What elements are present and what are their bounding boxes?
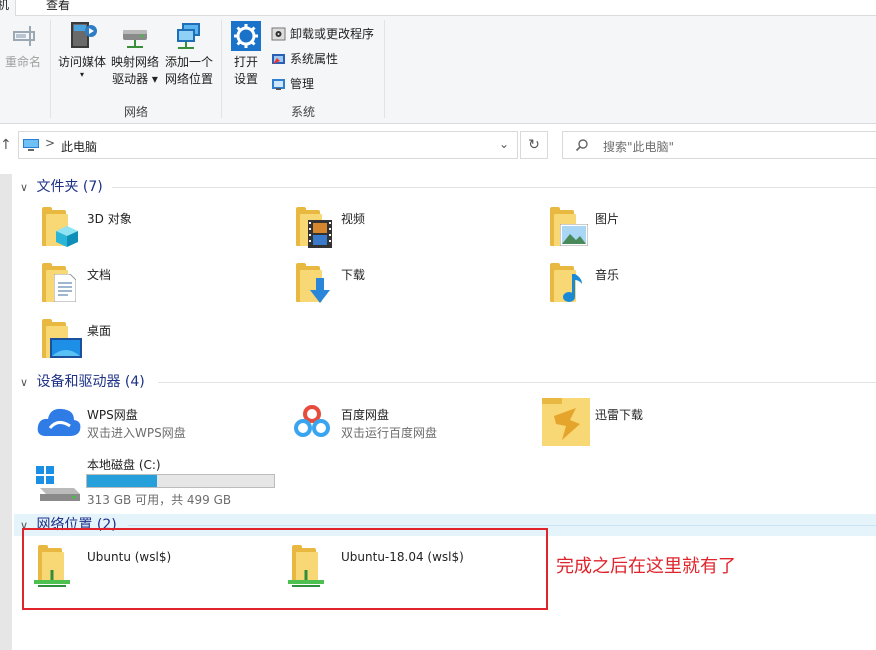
map-drive-label-line1: 映射网络: [110, 55, 159, 69]
devices-section-header[interactable]: ∨ 设备和驱动器 (4): [20, 372, 145, 392]
tab-view[interactable]: 查看: [40, 0, 76, 16]
search-placeholder: 搜索"此电脑": [603, 140, 675, 154]
chevron-down-icon: ∨: [20, 181, 29, 194]
group-divider: [50, 20, 51, 118]
tab-computer[interactable]: 机: [0, 0, 17, 16]
map-network-drive-button[interactable]: 映射网络 驱动器 ▾: [108, 20, 162, 88]
rename-button[interactable]: 重命名: [0, 20, 46, 71]
folder-name[interactable]: 文档: [87, 266, 111, 283]
manage-label: 管理: [290, 77, 315, 91]
manage-button[interactable]: 管理: [269, 74, 314, 94]
device-name[interactable]: 迅雷下载: [595, 406, 643, 423]
section-divider: [112, 187, 876, 188]
access-media-button[interactable]: 访问媒体 ▾: [55, 20, 109, 79]
settings-gear-icon: [229, 20, 263, 52]
folder-name[interactable]: 音乐: [595, 266, 619, 283]
add-location-label-line2: 网络位置: [164, 72, 213, 86]
group-divider: [221, 20, 222, 118]
folders-section-title: 文件夹 (7): [36, 179, 103, 195]
annotation-text: 完成之后在这里就有了: [556, 556, 736, 577]
system-group: 打开 设置 卸载或更改程序 系统属性 管理 系统: [223, 16, 383, 124]
system-group-label: 系统: [290, 105, 315, 119]
device-name[interactable]: 本地磁盘 (C:): [87, 456, 161, 473]
devices-section-title: 设备和驱动器 (4): [36, 374, 145, 390]
3d-objects-folder-icon[interactable]: [40, 206, 82, 248]
thunder-download-icon[interactable]: [540, 398, 592, 446]
access-media-label: 访问媒体: [57, 55, 106, 69]
open-settings-label-line2: 设置: [233, 72, 258, 86]
system-properties-button[interactable]: 系统属性: [269, 49, 338, 69]
network-group: 访问媒体 ▾ 映射网络 驱动器 ▾ 添加一个 网络位置 网络: [52, 16, 220, 124]
address-bar[interactable]: > 此电脑 ⌄: [18, 131, 518, 159]
music-folder-icon[interactable]: [548, 262, 590, 304]
chevron-down-icon: ∨: [20, 376, 29, 389]
local-disk-icon[interactable]: [36, 466, 82, 502]
annotation-highlight-box: [22, 528, 548, 610]
rename-label: 重命名: [4, 55, 41, 69]
section-divider: [158, 382, 876, 383]
device-name[interactable]: WPS网盘: [87, 406, 138, 423]
baidu-netdisk-icon[interactable]: [290, 400, 334, 444]
search-icon: [575, 138, 589, 152]
chevron-down-icon: ▾: [79, 70, 84, 79]
add-network-location-button[interactable]: 添加一个 网络位置: [162, 20, 216, 88]
this-pc-icon: [22, 138, 40, 152]
media-icon: [65, 20, 99, 52]
folder-name[interactable]: 桌面: [87, 322, 111, 339]
navigation-pane-edge: [0, 174, 12, 650]
breadcrumb-separator[interactable]: >: [45, 136, 55, 150]
disk-usage-fill: [87, 475, 157, 487]
device-description: 双击运行百度网盘: [341, 426, 438, 440]
system-properties-icon: [271, 52, 286, 66]
address-dropdown-chevron-icon[interactable]: ⌄: [499, 137, 509, 151]
network-drive-icon: [118, 20, 152, 52]
up-arrow-icon[interactable]: ↑: [0, 138, 14, 152]
pictures-folder-icon[interactable]: [548, 206, 590, 248]
disk-free-space: 313 GB 可用，共 499 GB: [87, 493, 232, 507]
network-group-label: 网络: [123, 105, 148, 119]
folders-section-header[interactable]: ∨ 文件夹 (7): [20, 177, 103, 197]
device-description: 双击进入WPS网盘: [87, 426, 186, 440]
wps-cloud-icon[interactable]: [36, 404, 82, 446]
open-settings-button[interactable]: 打开 设置: [227, 20, 265, 88]
breadcrumb-this-pc[interactable]: 此电脑: [61, 138, 97, 155]
device-name[interactable]: 百度网盘: [341, 406, 389, 423]
refresh-button[interactable]: ↻: [520, 131, 548, 159]
uninstall-icon: [271, 27, 286, 41]
search-box[interactable]: 搜索"此电脑": [562, 131, 876, 159]
map-drive-label-line2: 驱动器 ▾: [112, 72, 158, 86]
group-divider: [384, 20, 385, 118]
disk-usage-bar: [86, 474, 275, 488]
add-location-label-line1: 添加一个: [164, 55, 213, 69]
rename-icon: [6, 20, 40, 52]
section-divider: [128, 525, 876, 526]
uninstall-label: 卸载或更改程序: [290, 27, 375, 41]
manage-icon: [271, 77, 286, 91]
desktop-folder-icon[interactable]: [40, 318, 82, 360]
ribbon-tab-bar: 机 查看: [0, 0, 876, 16]
system-properties-label: 系统属性: [290, 52, 339, 66]
videos-folder-icon[interactable]: [294, 206, 336, 248]
ribbon: 重命名 访问媒体 ▾ 映射网络 驱动器 ▾ 添加一个 网络位置 网络 打开 设置…: [0, 16, 876, 124]
network-location-icon: [172, 20, 206, 52]
downloads-folder-icon[interactable]: [294, 262, 336, 304]
open-settings-label-line1: 打开: [233, 55, 258, 69]
folder-name[interactable]: 3D 对象: [87, 210, 132, 227]
folder-name[interactable]: 图片: [595, 210, 619, 227]
folder-name[interactable]: 下载: [341, 266, 365, 283]
folder-name[interactable]: 视频: [341, 210, 365, 227]
uninstall-programs-button[interactable]: 卸载或更改程序: [269, 24, 374, 44]
documents-folder-icon[interactable]: [40, 262, 82, 304]
